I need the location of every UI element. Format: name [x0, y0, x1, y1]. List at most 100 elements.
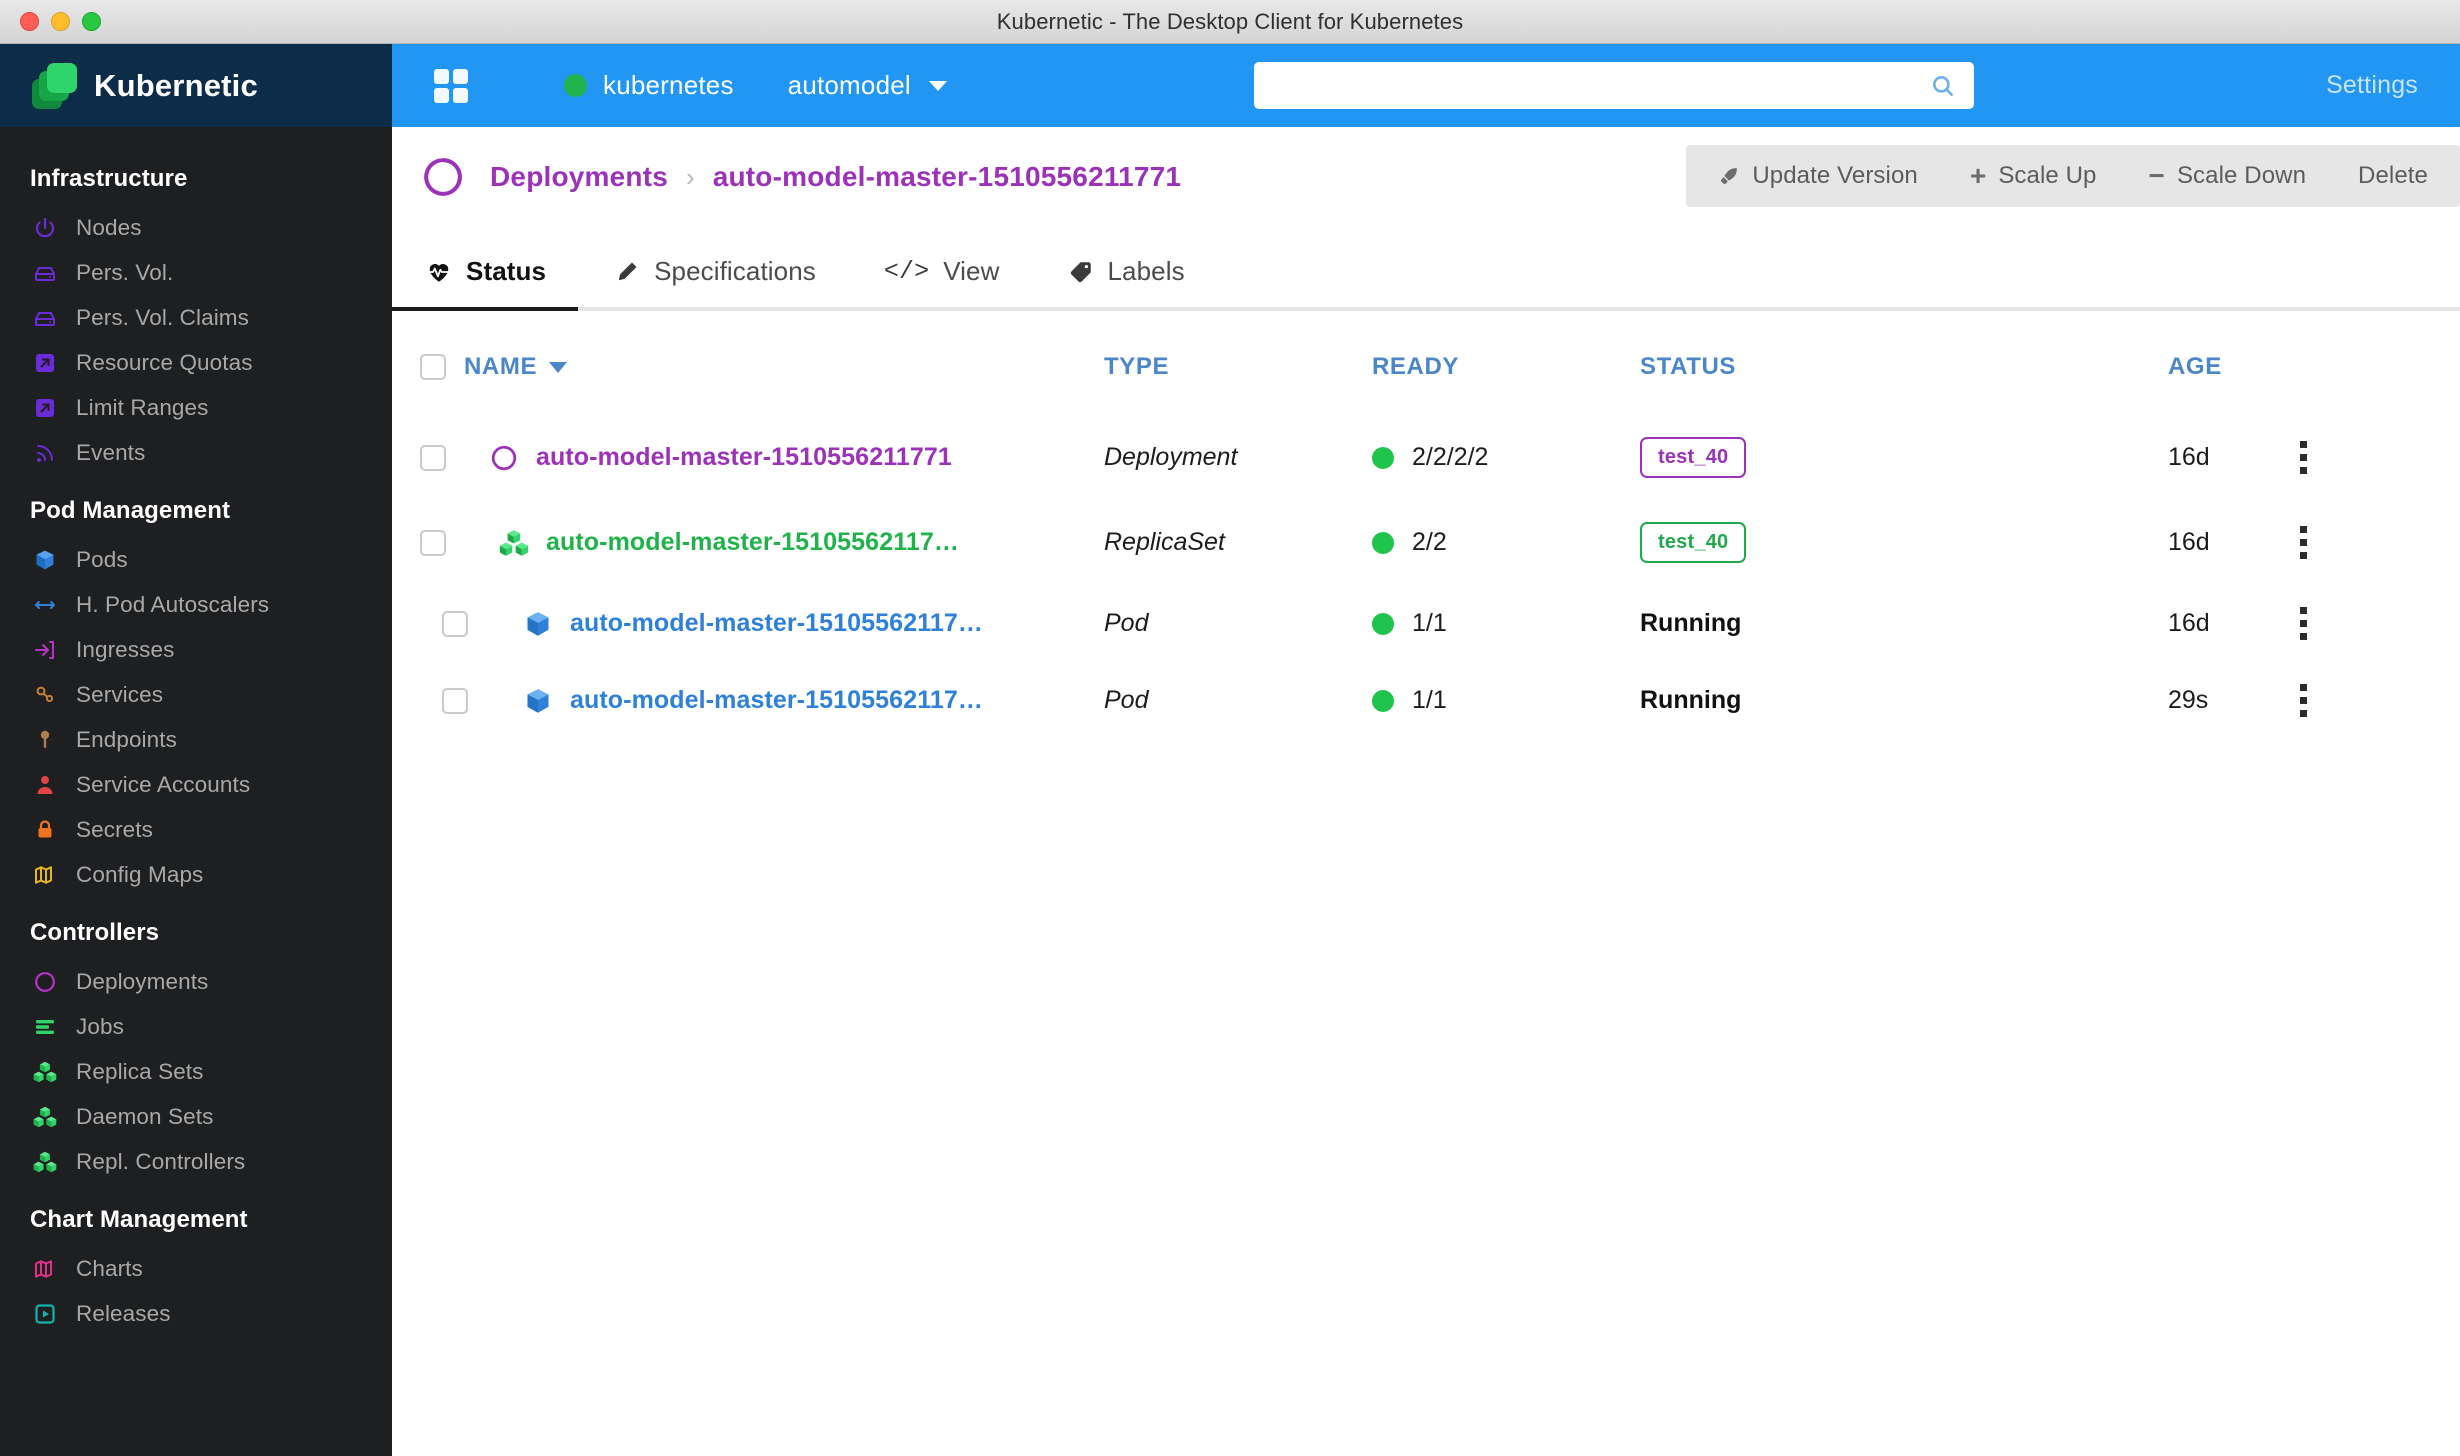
sidebar-item-pers-vol[interactable]: Pers. Vol. — [0, 250, 392, 295]
play-square-icon — [32, 1301, 58, 1327]
resource-name-link[interactable]: auto-model-master-1510556211771 — [536, 443, 952, 472]
sidebar-item-replica-sets[interactable]: Replica Sets — [0, 1049, 392, 1094]
tab-labels[interactable]: Labels — [1034, 256, 1219, 307]
sidebar-nav: Infrastructure Nodes Pers. Vol. Pers. Vo… — [0, 127, 392, 1336]
update-version-button[interactable]: Update Version — [1692, 145, 1944, 207]
sidebar-item-label: Pods — [76, 546, 128, 572]
row-menu-icon[interactable] — [2288, 607, 2318, 640]
breadcrumb-parent-link[interactable]: Deployments — [490, 161, 668, 193]
sidebar-item-label: Daemon Sets — [76, 1103, 214, 1129]
resource-name-link[interactable]: auto-model-master-15105562117… — [570, 609, 983, 638]
tab-bar: Status Specifications </> View Labels — [392, 227, 2460, 311]
search-input[interactable] — [1254, 73, 1930, 98]
row-select-cell — [392, 415, 464, 500]
sidebar-item-service-accounts[interactable]: Service Accounts — [0, 762, 392, 807]
row-checkbox[interactable] — [420, 529, 446, 556]
deployment-ring-icon — [420, 154, 466, 200]
hdd-icon — [32, 260, 58, 286]
scale-up-button[interactable]: + Scale Up — [1944, 145, 2123, 207]
topbar: kubernetes automodel Settings — [392, 44, 2460, 127]
sidebar-item-label: Config Maps — [76, 861, 204, 887]
table-row[interactable]: auto-model-master-15105562117… Pod 1/1 R… — [392, 585, 2460, 662]
cube-icon — [32, 547, 58, 573]
resources-table: NAME TYPE READY STATUS AGE auto-model-ma… — [392, 311, 2460, 739]
sidebar-item-label: Endpoints — [76, 726, 177, 752]
column-header-ready[interactable]: READY — [1372, 311, 1640, 415]
sidebar-item-ingresses[interactable]: Ingresses — [0, 627, 392, 672]
settings-button[interactable]: Settings — [2326, 71, 2418, 100]
column-header-type[interactable]: TYPE — [1104, 311, 1372, 415]
status-badge: test_40 — [1640, 437, 1747, 478]
tab-view[interactable]: </> View — [850, 256, 1034, 307]
row-menu-icon[interactable] — [2288, 684, 2318, 717]
sidebar-item-secrets[interactable]: Secrets — [0, 807, 392, 852]
tab-status[interactable]: Status — [392, 256, 580, 307]
resource-name-link[interactable]: auto-model-master-15105562117… — [546, 528, 959, 557]
table-row[interactable]: auto-model-master-1510556211771 Deployme… — [392, 415, 2460, 500]
resource-name-link[interactable]: auto-model-master-15105562117… — [570, 686, 983, 715]
tab-label: Labels — [1107, 256, 1185, 286]
row-age: 16d — [2168, 528, 2210, 556]
sidebar-item-resource-quotas[interactable]: Resource Quotas — [0, 340, 392, 385]
sidebar-item-config-maps[interactable]: Config Maps — [0, 852, 392, 897]
row-select-cell — [392, 500, 464, 585]
tab-label: Specifications — [654, 256, 816, 286]
row-status-cell: Running — [1640, 662, 2168, 739]
sidebar-item-events[interactable]: Events — [0, 430, 392, 475]
search-box[interactable] — [1254, 62, 1974, 109]
ring-icon — [32, 969, 58, 995]
select-all-checkbox[interactable] — [420, 354, 446, 380]
sidebar-item-nodes[interactable]: Nodes — [0, 205, 392, 250]
sidebar-item-limit-ranges[interactable]: Limit Ranges — [0, 385, 392, 430]
sidebar-item-repl-controllers[interactable]: Repl. Controllers — [0, 1139, 392, 1184]
table-row[interactable]: auto-model-master-15105562117… Pod 1/1 R… — [392, 662, 2460, 739]
cubes-icon — [498, 527, 530, 559]
search-icon[interactable] — [1930, 73, 1956, 99]
sidebar-item-label: H. Pod Autoscalers — [76, 591, 270, 617]
sidebar-item-label: Charts — [76, 1255, 143, 1281]
sidebar-item-pers-vol-claims[interactable]: Pers. Vol. Claims — [0, 295, 392, 340]
sidebar-item-label: Nodes — [76, 214, 142, 240]
cluster-selector[interactable]: kubernetes — [564, 70, 734, 101]
row-ready-cell: 2/2 — [1372, 500, 1640, 585]
row-menu-icon[interactable] — [2288, 441, 2318, 474]
sidebar-item-h-pod-autoscalers[interactable]: H. Pod Autoscalers — [0, 582, 392, 627]
rss-icon — [32, 440, 58, 466]
arrow-square-icon — [32, 395, 58, 421]
sidebar-item-daemon-sets[interactable]: Daemon Sets — [0, 1094, 392, 1139]
sidebar-item-label: Limit Ranges — [76, 394, 209, 420]
action-label: Scale Down — [2176, 162, 2307, 189]
sidebar-item-deployments[interactable]: Deployments — [0, 959, 392, 1004]
namespace-name: automodel — [787, 70, 911, 100]
row-menu-icon[interactable] — [2288, 526, 2318, 559]
scale-down-button[interactable]: − Scale Down — [2123, 145, 2333, 207]
tab-specifications[interactable]: Specifications — [580, 256, 850, 307]
table-row[interactable]: auto-model-master-15105562117… ReplicaSe… — [392, 500, 2460, 585]
map-icon — [32, 1256, 58, 1282]
row-select-cell — [392, 662, 468, 739]
table-header-row: NAME TYPE READY STATUS AGE — [392, 311, 2460, 415]
code-icon: </> — [883, 257, 930, 286]
sidebar-item-label: Releases — [76, 1300, 171, 1326]
plus-icon: + — [1969, 160, 1987, 191]
cubes-icon — [32, 1104, 58, 1130]
sidebar-item-endpoints[interactable]: Endpoints — [0, 717, 392, 762]
row-checkbox[interactable] — [420, 444, 446, 471]
sidebar-item-jobs[interactable]: Jobs — [0, 1004, 392, 1049]
column-header-status[interactable]: STATUS — [1640, 311, 2168, 415]
column-header-name[interactable]: NAME — [464, 311, 1104, 415]
sidebar-item-charts[interactable]: Charts — [0, 1246, 392, 1291]
namespace-selector[interactable]: automodel — [788, 70, 947, 101]
sidebar-item-pods[interactable]: Pods — [0, 537, 392, 582]
sidebar-item-services[interactable]: Services — [0, 672, 392, 717]
row-status-cell: Running — [1640, 585, 2168, 662]
row-status-cell: test_40 — [1640, 500, 2168, 585]
chevron-down-icon — [928, 80, 947, 91]
grid-menu-icon[interactable] — [434, 68, 468, 103]
sidebar-item-releases[interactable]: Releases — [0, 1291, 392, 1336]
row-ready-cell: 1/1 — [1372, 662, 1640, 739]
delete-button[interactable]: Delete — [2332, 145, 2454, 207]
column-header-age[interactable]: AGE — [2168, 311, 2288, 415]
user-icon — [32, 772, 58, 798]
cubes-icon — [32, 1149, 58, 1175]
